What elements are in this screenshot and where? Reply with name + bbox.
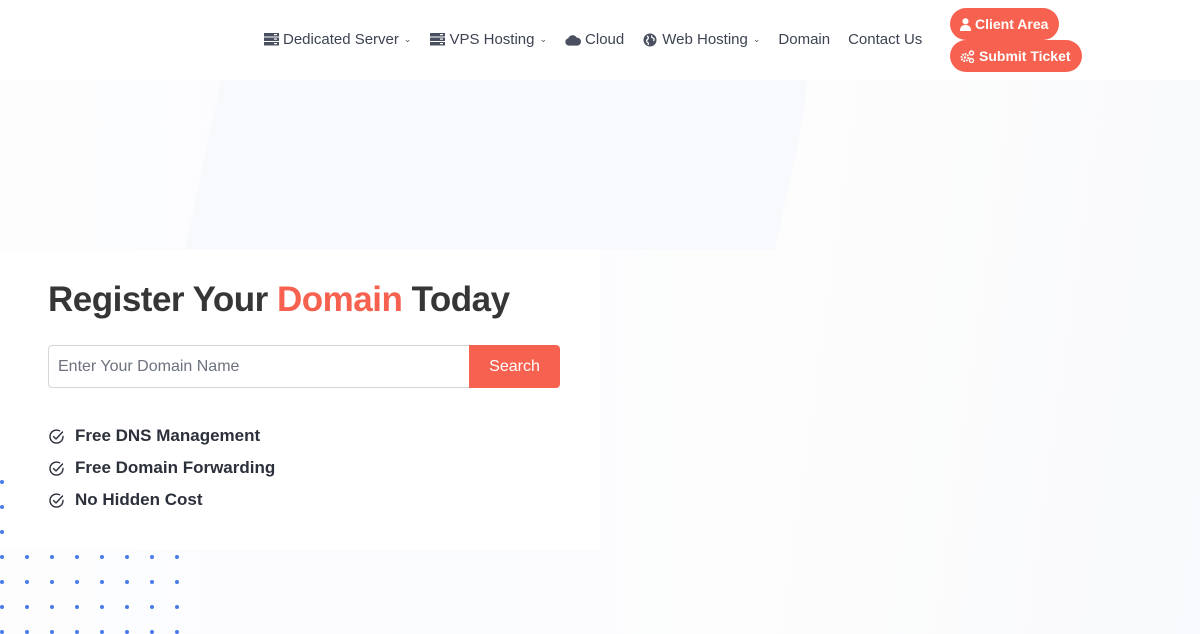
nav-label: Contact Us (848, 31, 923, 48)
feature-label: Free Domain Forwarding (75, 458, 276, 477)
submit-ticket-label: Submit Ticket (979, 48, 1071, 64)
server-icon (263, 32, 279, 48)
search-button[interactable]: Search (469, 345, 560, 388)
title-suffix: Today (402, 280, 510, 319)
nav-label: Cloud (585, 31, 625, 48)
background-shape (185, 80, 812, 250)
feature-label: Free DNS Management (75, 426, 261, 445)
nav-item-web-hosting[interactable]: Web Hosting ⌄ (642, 31, 760, 48)
feature-label: No Hidden Cost (75, 490, 203, 509)
cogs-icon (960, 49, 975, 63)
check-circle-icon (48, 460, 65, 477)
nav-label: Dedicated Server (283, 31, 399, 48)
chevron-down-icon: ⌄ (539, 34, 548, 44)
feature-item: Free DNS Management (48, 420, 275, 452)
cloud-icon (565, 32, 582, 48)
client-area-button[interactable]: Client Area (950, 8, 1060, 40)
title-accent: Domain (277, 280, 403, 319)
hero-title: Register Your Domain Today (48, 280, 510, 320)
main-nav: Dedicated Server ⌄ VPS Hosting ⌄ Cloud W… (263, 31, 940, 48)
submit-ticket-button[interactable]: Submit Ticket (950, 40, 1082, 72)
check-circle-icon (48, 492, 65, 509)
feature-item: Free Domain Forwarding (48, 452, 275, 484)
nav-item-dedicated-server[interactable]: Dedicated Server ⌄ (263, 31, 411, 48)
site-header: Dedicated Server ⌄ VPS Hosting ⌄ Cloud W… (0, 0, 1200, 80)
domain-search-form: Search (48, 345, 560, 388)
nav-item-domain[interactable]: Domain (778, 31, 830, 48)
domain-search-input[interactable] (48, 345, 469, 388)
globe-icon (642, 32, 658, 48)
nav-item-contact-us[interactable]: Contact Us (848, 31, 922, 48)
feature-list: Free DNS Management Free Domain Forwardi… (48, 420, 275, 516)
user-icon (960, 17, 971, 31)
nav-item-cloud[interactable]: Cloud (565, 31, 624, 48)
nav-item-vps-hosting[interactable]: VPS Hosting ⌄ (429, 31, 547, 48)
feature-item: No Hidden Cost (48, 484, 275, 516)
server-icon (429, 32, 445, 48)
title-prefix: Register Your (48, 280, 277, 319)
client-area-label: Client Area (975, 16, 1049, 32)
background-shape (730, 80, 1200, 634)
check-circle-icon (48, 428, 65, 445)
nav-label: Domain (778, 31, 831, 48)
nav-label: VPS Hosting (449, 31, 535, 48)
chevron-down-icon: ⌄ (403, 34, 412, 44)
chevron-down-icon: ⌄ (752, 34, 761, 44)
nav-label: Web Hosting (662, 31, 748, 48)
